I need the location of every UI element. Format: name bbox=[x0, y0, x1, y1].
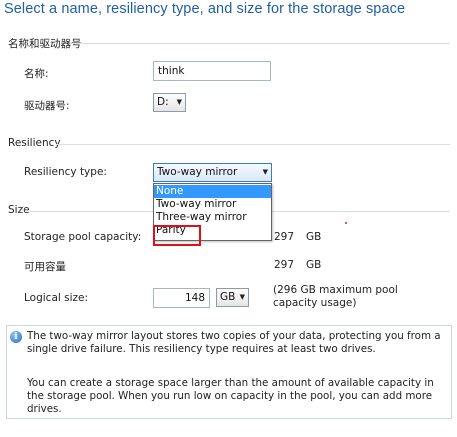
red-dot-mark bbox=[345, 222, 347, 224]
logical-size-note: (296 GB maximum pool capacity usage) bbox=[273, 284, 398, 309]
chevron-down-icon: ▼ bbox=[239, 293, 245, 301]
parity-highlight-box bbox=[153, 225, 201, 246]
info-icon: i bbox=[10, 331, 22, 343]
drive-letter-value: D: bbox=[157, 96, 169, 108]
chevron-down-icon: ▼ bbox=[262, 168, 268, 176]
drive-letter-label: 驱动器号: bbox=[24, 100, 70, 112]
page-title: Select a name, resiliency type, and size… bbox=[4, 1, 406, 17]
resiliency-type-label: Resiliency type: bbox=[24, 166, 107, 178]
available-capacity-unit: GB bbox=[306, 259, 322, 271]
drive-letter-select[interactable]: D: ▼ bbox=[153, 93, 186, 112]
resiliency-group-heading: Resiliency bbox=[8, 137, 61, 149]
name-group-divider bbox=[70, 43, 450, 44]
logical-size-label: Logical size: bbox=[24, 292, 89, 304]
pool-capacity-value: 297 bbox=[274, 231, 295, 243]
resiliency-type-select[interactable]: Two-way mirror ▼ bbox=[153, 163, 272, 182]
chevron-down-icon: ▼ bbox=[176, 98, 182, 106]
name-label: 名称: bbox=[24, 68, 49, 80]
info-paragraph-1: The two-way mirror layout stores two cop… bbox=[27, 330, 441, 355]
logical-size-input[interactable]: 148 bbox=[153, 288, 210, 308]
logical-size-unit-select[interactable]: GB ▼ bbox=[216, 288, 249, 307]
size-group-heading: Size bbox=[8, 204, 30, 216]
dropdown-option-three-way-mirror[interactable]: Three-way mirror bbox=[154, 211, 271, 224]
dropdown-option-two-way-mirror[interactable]: Two-way mirror bbox=[154, 198, 271, 211]
resiliency-type-value: Two-way mirror bbox=[157, 166, 238, 178]
pool-capacity-unit: GB bbox=[306, 231, 322, 243]
name-input[interactable]: think bbox=[153, 61, 271, 81]
info-panel: i The two-way mirror layout stores two c… bbox=[6, 325, 452, 419]
pool-capacity-label: Storage pool capacity: bbox=[24, 231, 142, 243]
info-paragraph-2: You can create a storage space larger th… bbox=[27, 377, 434, 415]
available-capacity-label: 可用容量 bbox=[24, 261, 66, 273]
available-capacity-value: 297 bbox=[274, 259, 295, 271]
logical-size-unit-value: GB bbox=[220, 291, 236, 303]
resiliency-group-divider bbox=[56, 144, 450, 145]
dropdown-option-none[interactable]: None bbox=[154, 185, 271, 198]
